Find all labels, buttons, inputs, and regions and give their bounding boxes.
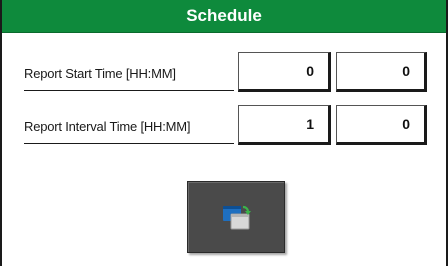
label-underline (24, 90, 234, 91)
report-interval-time-label: Report Interval Time [HH:MM] (24, 119, 191, 134)
report-start-time-label: Report Start Time [HH:MM] (24, 66, 176, 81)
copy-settings-button[interactable] (187, 181, 285, 253)
label-underline (24, 143, 234, 144)
report-interval-hours-field[interactable]: 1 (238, 105, 331, 145)
report-interval-time-row: Report Interval Time [HH:MM] 1 0 (2, 105, 446, 153)
report-interval-minutes-field[interactable]: 0 (336, 105, 427, 145)
report-start-time-row: Report Start Time [HH:MM] 0 0 (2, 52, 446, 100)
copy-windows-icon (223, 205, 251, 230)
report-start-hours-field[interactable]: 0 (238, 52, 331, 92)
panel-title: Schedule (2, 0, 446, 33)
schedule-panel: Schedule Report Start Time [HH:MM] 0 0 R… (0, 0, 448, 266)
report-start-minutes-field[interactable]: 0 (336, 52, 427, 92)
